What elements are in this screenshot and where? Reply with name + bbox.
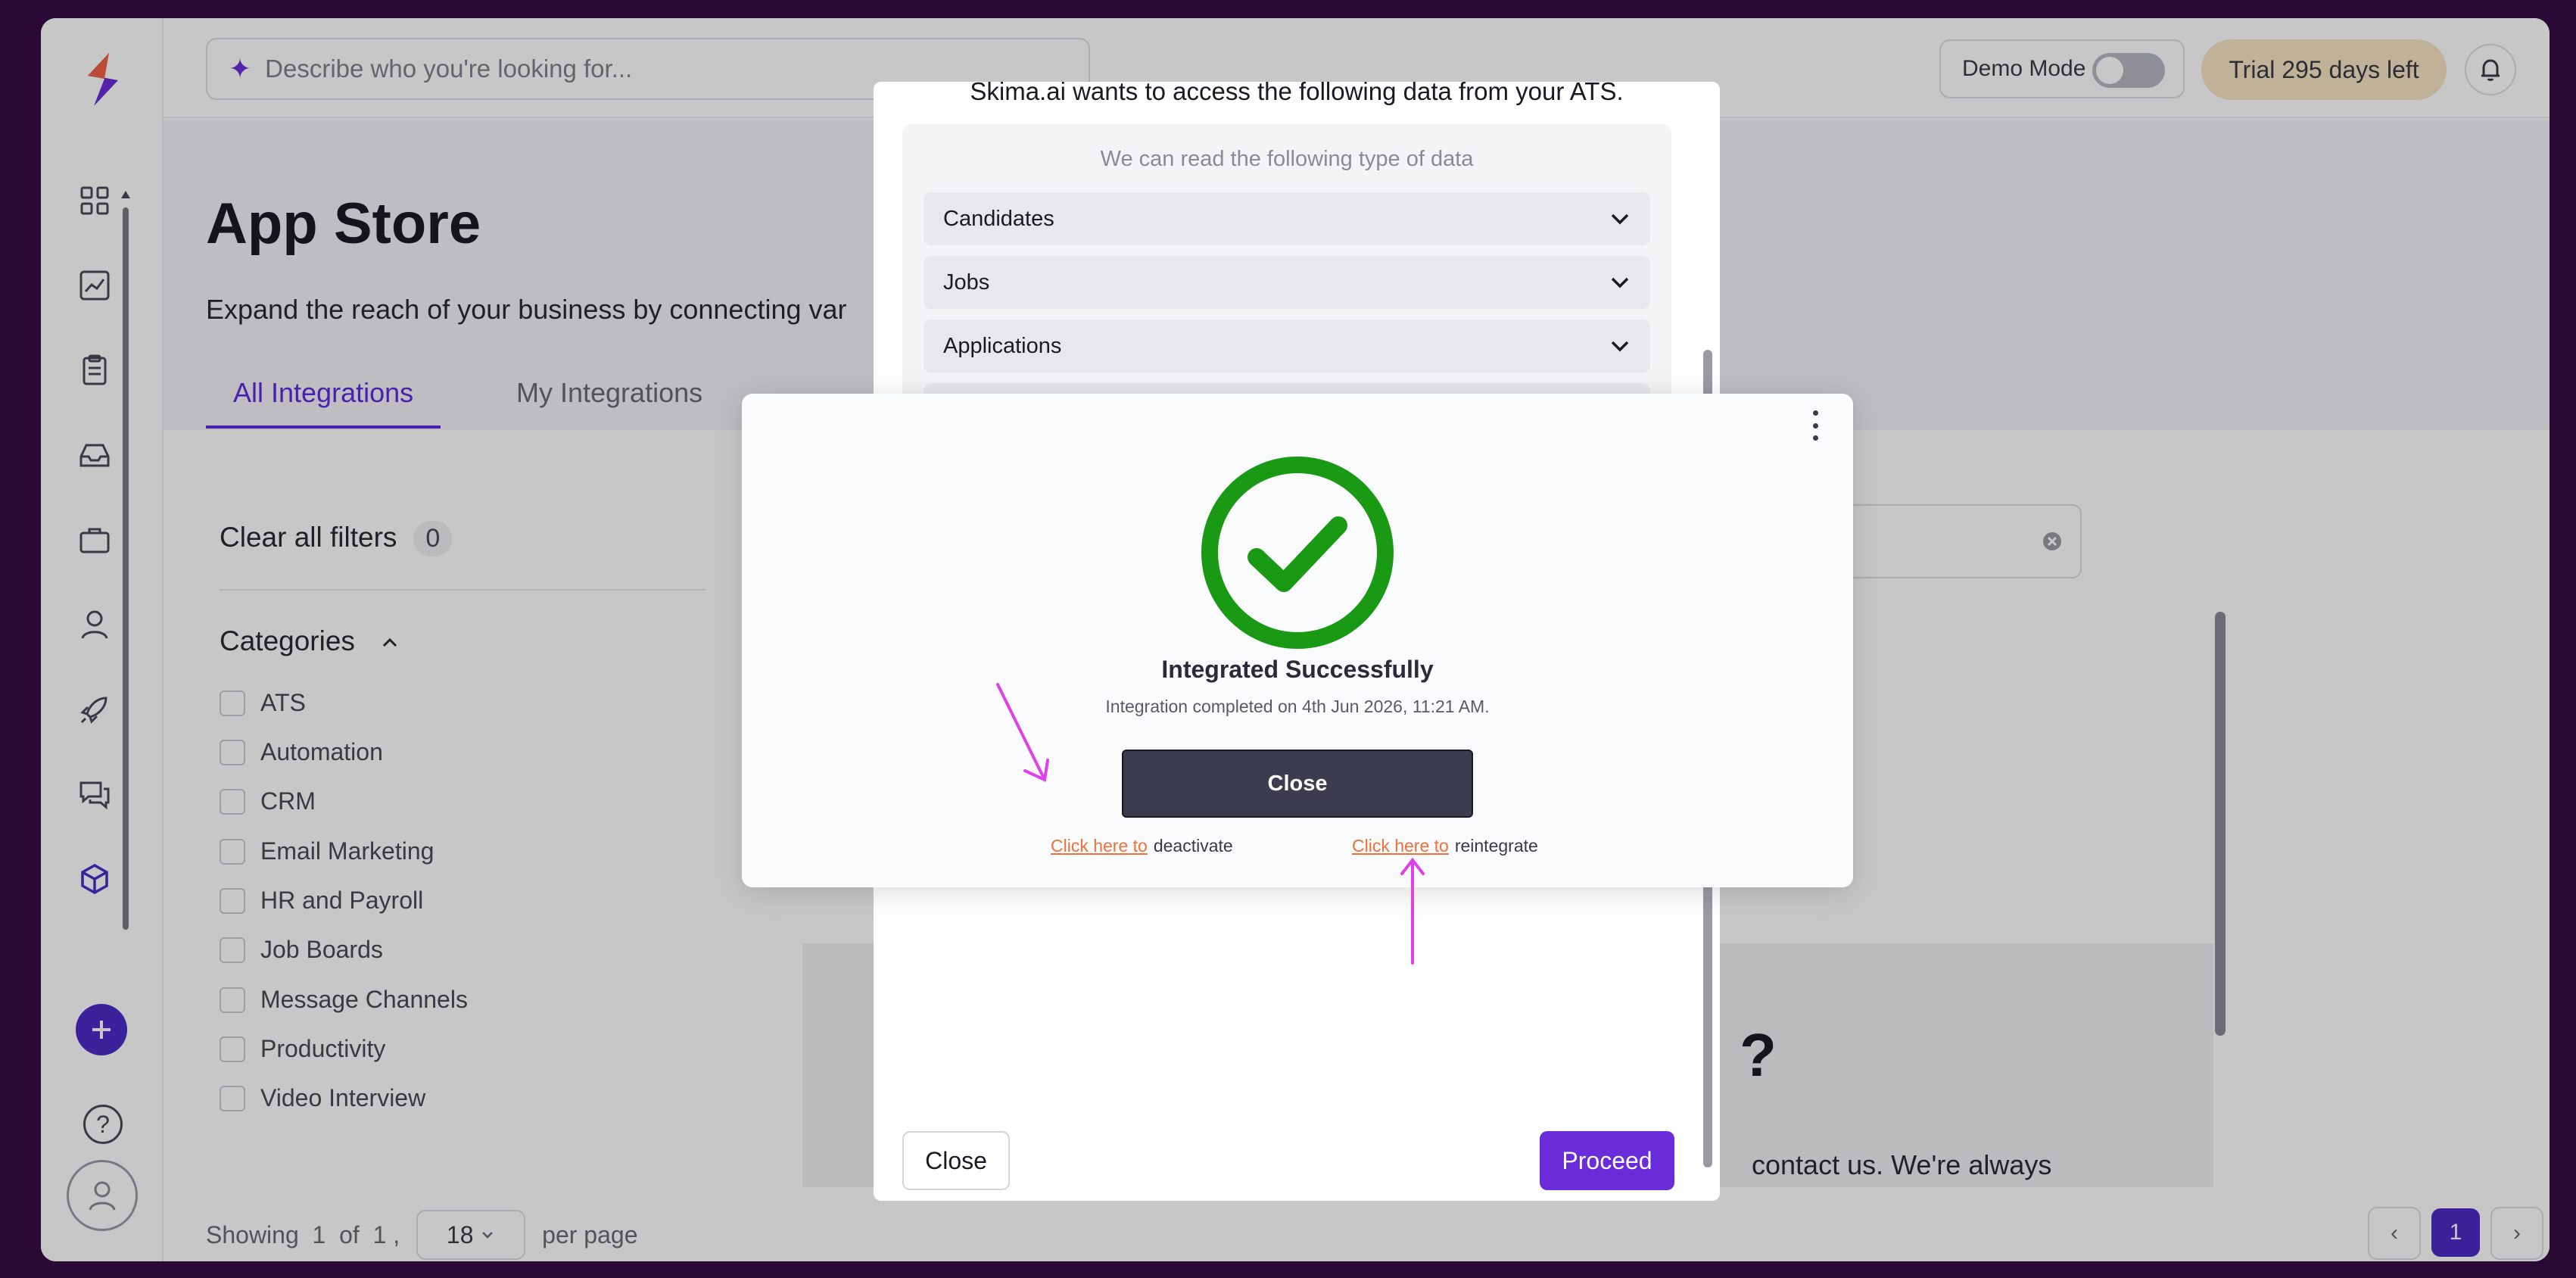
reintegrate-link[interactable]: Click here to: [1352, 836, 1449, 856]
chevron-down-icon: [1611, 214, 1629, 225]
success-subtitle: Integration completed on 4th Jun 2026, 1…: [1105, 697, 1490, 716]
accordion-label: Applications: [943, 333, 1062, 358]
deactivate-link[interactable]: Click here to: [1051, 836, 1148, 856]
success-close-button[interactable]: Close: [1122, 750, 1473, 818]
accordion-label: Jobs: [943, 270, 990, 295]
data-types-label: We can read the following type of data: [1100, 147, 1474, 171]
deactivate-text: deactivate: [1153, 836, 1233, 856]
accordion-jobs[interactable]: Jobs: [924, 256, 1650, 309]
accordion-applications[interactable]: Applications: [924, 320, 1650, 372]
app-window: ? ✦ Describe who you're looking for... D…: [41, 18, 2550, 1261]
check-circle-icon: [1201, 457, 1394, 649]
proceed-button[interactable]: Proceed: [1540, 1131, 1674, 1190]
accordion-label: Candidates: [943, 206, 1054, 231]
success-title: Integrated Successfully: [1161, 656, 1434, 683]
accordion-candidates[interactable]: Candidates: [924, 192, 1650, 245]
ats-close-button[interactable]: Close: [902, 1131, 1010, 1190]
deactivate-row: Click here to deactivate: [1051, 836, 1233, 856]
integration-success-modal: Integrated Successfully Integration comp…: [742, 394, 1853, 887]
kebab-icon[interactable]: [1806, 410, 1824, 441]
chevron-down-icon: [1611, 277, 1629, 288]
reintegrate-text: reintegrate: [1454, 836, 1538, 856]
ats-modal-title: Skima.ai wants to access the following d…: [970, 77, 1624, 105]
chevron-down-icon: [1611, 341, 1629, 352]
reintegrate-row: Click here to reintegrate: [1352, 836, 1538, 856]
